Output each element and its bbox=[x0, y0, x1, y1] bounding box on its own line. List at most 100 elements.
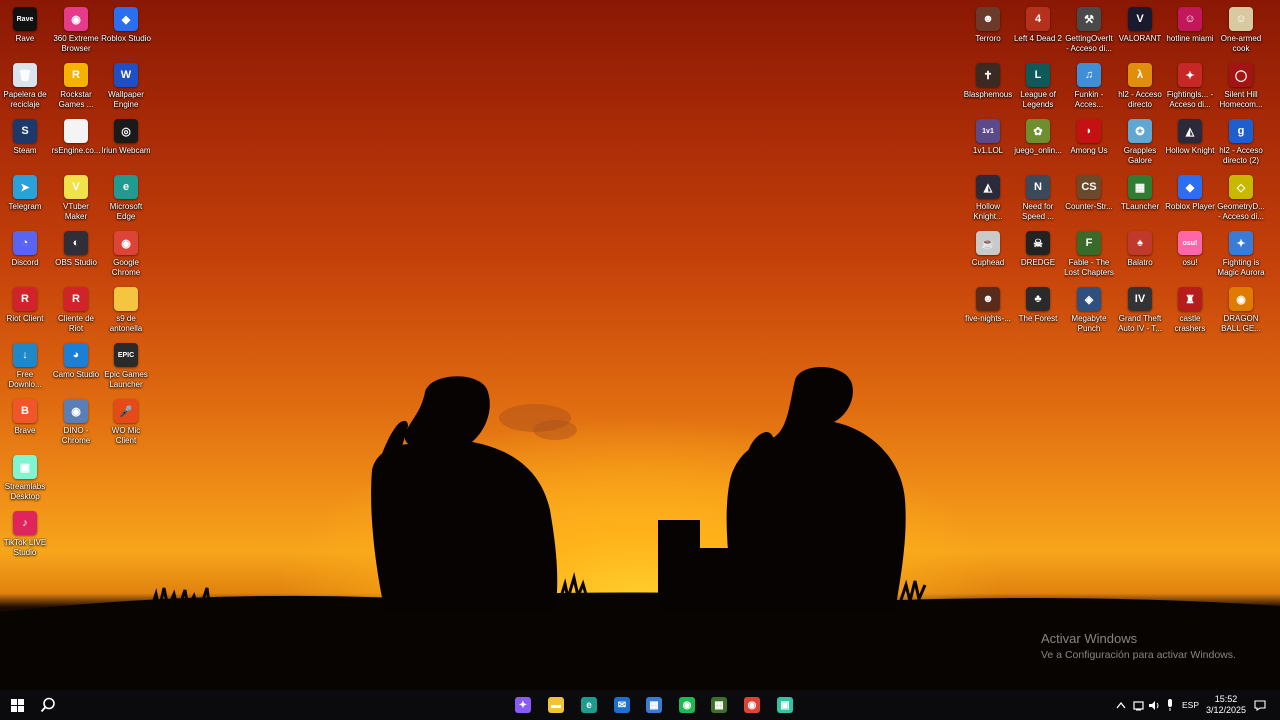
taskbar-chrome-button[interactable]: ◉ bbox=[741, 690, 763, 720]
desktop-icon-gettingoverit-acceso-di[interactable]: ⚒ GettingOverIt - Acceso di... bbox=[1064, 4, 1114, 60]
taskbar-copilot-button[interactable]: ✦ bbox=[512, 690, 534, 720]
fighting-is-magic-aurora-icon: ✦ bbox=[1229, 231, 1253, 255]
desktop-icon-label: OBS Studio bbox=[55, 258, 97, 267]
clock[interactable]: 15:52 3/12/2025 bbox=[1206, 694, 1246, 716]
desktop-icon-roblox-player[interactable]: ◆ Roblox Player bbox=[1165, 172, 1215, 228]
taskbar-store-button[interactable]: ▦ bbox=[643, 690, 665, 720]
desktop-icon-wallpaper-engine[interactable]: W Wallpaper Engine bbox=[101, 60, 151, 116]
desktop-icon-funkin-acces[interactable]: ♫ Funkin - Acces... bbox=[1064, 60, 1114, 116]
desktop-icon-among-us[interactable]: ◗ Among Us bbox=[1064, 116, 1114, 172]
desktop-icon-grapples-galore[interactable]: ✪ Grapples Galore bbox=[1115, 116, 1165, 172]
desktop-icon-360-extreme-browser[interactable]: ◉ 360 Extreme Browser bbox=[51, 4, 101, 60]
rave-icon: Rave bbox=[13, 7, 37, 31]
taskbar-mail-button[interactable]: ✉ bbox=[611, 690, 633, 720]
desktop-icon-blasphemous[interactable]: ✝ Blasphemous bbox=[963, 60, 1013, 116]
desktop-icon-riot-client[interactable]: R Riot Client bbox=[0, 284, 50, 340]
desktop-icon-telegram[interactable]: ➤ Telegram bbox=[0, 172, 50, 228]
grapples-galore-icon: ✪ bbox=[1128, 119, 1152, 143]
desktop-icon-roblox-studio[interactable]: ◆ Roblox Studio bbox=[101, 4, 151, 60]
desktop-icon-hollow-knight[interactable]: ◭ Hollow Knight bbox=[1165, 116, 1215, 172]
taskbar-edge-button[interactable]: e bbox=[578, 690, 600, 720]
network-tray-button[interactable] bbox=[1131, 690, 1145, 720]
need-for-speed-icon: N bbox=[1026, 175, 1050, 199]
desktop-icon-cliente-de-riot[interactable]: R Cliente de Riot bbox=[51, 284, 101, 340]
desktop-icon-tlauncher[interactable]: ▦ TLauncher bbox=[1115, 172, 1165, 228]
desktop-icon-dragon-ball-ge[interactable]: ◉ DRAGON BALL GE... bbox=[1216, 284, 1266, 340]
desktop-icon-fightingis-acceso-di[interactable]: ✦ FightingIs... - Acceso di... bbox=[1165, 60, 1215, 116]
desktop-icon-obs-studio[interactable]: ◐ OBS Studio bbox=[51, 228, 101, 284]
desktop-icon-the-forest[interactable]: ♣ The Forest bbox=[1013, 284, 1063, 340]
desktop-icon-steam[interactable]: S Steam bbox=[0, 116, 50, 172]
desktop-icon-dino-chrome[interactable]: ◉ DINO - Chrome bbox=[51, 396, 101, 452]
copilot-icon: ✦ bbox=[515, 697, 531, 713]
roblox-studio-icon: ◆ bbox=[114, 7, 138, 31]
desktop-icon-dredge[interactable]: ☠ DREDGE bbox=[1013, 228, 1063, 284]
1v1-lol-icon: 1v1 bbox=[976, 119, 1000, 143]
desktop-icon-league-of-legends[interactable]: L League of Legends bbox=[1013, 60, 1063, 116]
desktop-icon-streamlabs-desktop[interactable]: ▣ Streamlabs Desktop bbox=[0, 452, 50, 508]
desktop-icon-grand-theft-auto-iv-t[interactable]: IV Grand Theft Auto IV - T... bbox=[1115, 284, 1165, 340]
hollow-knight-icon: ◭ bbox=[976, 175, 1000, 199]
desktop-icon-left-4-dead-2[interactable]: 4 Left 4 Dead 2 bbox=[1013, 4, 1063, 60]
desktop-icon-brave[interactable]: B Brave bbox=[0, 396, 50, 452]
desktop-icon-label: Google Chrome bbox=[111, 258, 141, 277]
desktop-icon-fable-the-lost-chapters[interactable]: F Fable - The Lost Chapters bbox=[1064, 228, 1114, 284]
desktop-icon-vtuber-maker[interactable]: V VTuber Maker bbox=[51, 172, 101, 228]
desktop-icon-balatro[interactable]: ♠ Balatro bbox=[1115, 228, 1165, 284]
notification-icon bbox=[1254, 699, 1266, 711]
desktop-icon-hotline-miami[interactable]: ☺ hotline miami bbox=[1165, 4, 1215, 60]
notifications-button[interactable] bbox=[1250, 690, 1270, 720]
desktop-icon-tiktok-live-studio[interactable]: ♪ TikTok LIVE Studio bbox=[0, 508, 50, 564]
desktop-icon-google-chrome[interactable]: ◉ Google Chrome bbox=[101, 228, 151, 284]
desktop-icon-s9-de-antonella[interactable]: s9 de antonella bbox=[101, 284, 151, 340]
desktop-icon-terroro[interactable]: ☻ Terroro bbox=[963, 4, 1013, 60]
taskbar-minecraft-button[interactable]: ▦ bbox=[708, 690, 730, 720]
desktop-icon-rsengine-co[interactable]: rsEngine.co... bbox=[51, 116, 101, 172]
desktop-icon-free-downlo[interactable]: ↓ Free Downlo... bbox=[0, 340, 50, 396]
desktop-icon-castle-crashers[interactable]: ♜ castle crashers bbox=[1165, 284, 1215, 340]
desktop-icon-rockstar-games[interactable]: R Rockstar Games ... bbox=[51, 60, 101, 116]
desktop-icon-label: Brave bbox=[14, 426, 36, 435]
microphone-tray-button[interactable] bbox=[1163, 690, 1177, 720]
desktop-icon-rave[interactable]: Rave Rave bbox=[0, 4, 50, 60]
desktop-icon-label: Riot Client bbox=[6, 314, 44, 323]
desktop-icon-papelera-de-reciclaje[interactable]: 🗑 Papelera de reciclaje bbox=[0, 60, 50, 116]
desktop-icon-iriun-webcam[interactable]: ◎ Iriun Webcam bbox=[101, 116, 151, 172]
desktop-icon-camo-studio[interactable]: ◕ Camo Studio bbox=[51, 340, 101, 396]
desktop-icon-discord[interactable]: ◔ Discord bbox=[0, 228, 50, 284]
taskbar-file-explorer-button[interactable]: ▬ bbox=[545, 690, 567, 720]
desktop-icon-megabyte-punch[interactable]: ◈ Megabyte Punch bbox=[1064, 284, 1114, 340]
desktop-icon-fighting-is-magic-aurora[interactable]: ✦ Fighting is Magic Aurora bbox=[1216, 228, 1266, 284]
desktop-icon-hollow-knight[interactable]: ◭ Hollow Knight... bbox=[963, 172, 1013, 228]
desktop-icon-label: castle crashers bbox=[1174, 314, 1206, 333]
streamlabs-desktop-icon: ▣ bbox=[13, 455, 37, 479]
desktop-icon-label: League of Legends bbox=[1020, 90, 1056, 109]
start-button[interactable] bbox=[4, 690, 30, 720]
show-hidden-icons-button[interactable] bbox=[1114, 690, 1128, 720]
desktop-icon-hl2-acceso-directo[interactable]: λ hl2 - Acceso directo bbox=[1115, 60, 1165, 116]
desktop-icon-one-armed-cook[interactable]: ☺ One-armed cook bbox=[1216, 4, 1266, 60]
taskbar-streamlabs-button[interactable]: ▣ bbox=[774, 690, 796, 720]
store-icon: ▦ bbox=[646, 697, 662, 713]
desktop-icon-silent-hill-homecom[interactable]: ◯ Silent Hill Homecom... bbox=[1216, 60, 1266, 116]
taskbar-spotify-button[interactable]: ◉ bbox=[676, 690, 698, 720]
gettingoverit-acceso-di-icon: ⚒ bbox=[1077, 7, 1101, 31]
desktop-icon-1v1-lol[interactable]: 1v1 1v1.LOL bbox=[963, 116, 1013, 172]
desktop-icon-label: Grand Theft Auto IV - T... bbox=[1118, 314, 1162, 333]
language-indicator[interactable]: ESP bbox=[1182, 700, 1199, 710]
desktop-icon-valorant[interactable]: V VALORANT bbox=[1115, 4, 1165, 60]
search-button[interactable] bbox=[36, 690, 60, 720]
desktop-icon-five-nights[interactable]: ☻ five-nights-... bbox=[963, 284, 1013, 340]
desktop-icon-juego-onlin[interactable]: ✿ juego_onlin... bbox=[1013, 116, 1063, 172]
desktop-icon-wo-mic-client[interactable]: 🎤 WO Mic Client bbox=[101, 396, 151, 452]
desktop-icon-osu[interactable]: osu! osu! bbox=[1165, 228, 1215, 284]
desktop-icon-cuphead[interactable]: ☕ Cuphead bbox=[963, 228, 1013, 284]
desktop-icon-microsoft-edge[interactable]: e Microsoft Edge bbox=[101, 172, 151, 228]
desktop-icon-geometryd-acceso-di[interactable]: ◇ GeometryD... - Acceso di... bbox=[1216, 172, 1266, 228]
desktop-icon-hl2-acceso-directo-2[interactable]: g hl2 - Acceso directo (2) bbox=[1216, 116, 1266, 172]
desktop-icon-epic-games-launcher[interactable]: EPIC Epic Games Launcher bbox=[101, 340, 151, 396]
volume-tray-button[interactable] bbox=[1147, 690, 1161, 720]
desktop-icon-need-for-speed[interactable]: N Need for Speed ... bbox=[1013, 172, 1063, 228]
desktop-icon-label: Counter-Str... bbox=[1065, 202, 1113, 211]
desktop-icon-counter-str[interactable]: CS Counter-Str... bbox=[1064, 172, 1114, 228]
